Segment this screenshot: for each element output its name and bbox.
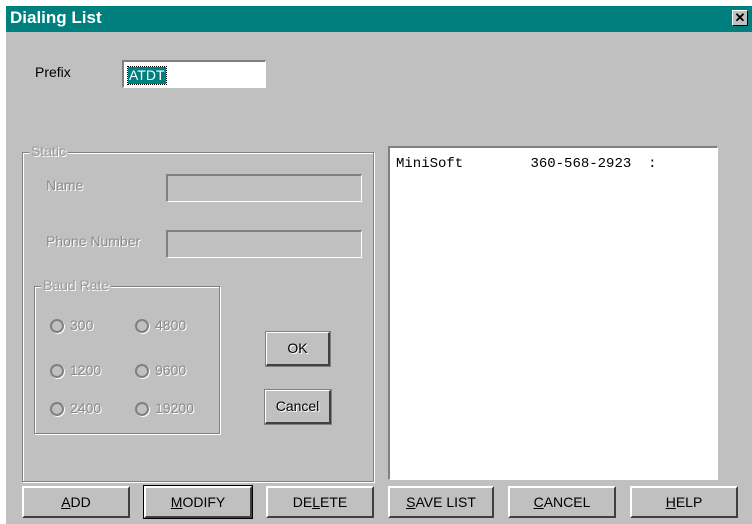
baud-4800-label: 4800 [155, 317, 187, 333]
title-bar[interactable]: Dialing List ✕ [6, 6, 752, 32]
delete-button[interactable]: DELETE [266, 486, 374, 518]
baud-2400-radio[interactable] [50, 402, 64, 416]
baud-300-label: 300 [70, 317, 94, 333]
help-label: ELP [675, 494, 703, 510]
close-button[interactable]: ✕ [732, 10, 748, 26]
static-cancel-label: Cancel [275, 398, 320, 414]
cancel-button[interactable]: CANCEL [508, 486, 616, 518]
cancel-mnemonic: C [533, 494, 544, 510]
prefix-input[interactable]: ATDT [122, 60, 266, 88]
list-item-phone: 360-568-2923 [530, 156, 632, 172]
dialing-listbox[interactable]: MiniSoft 360-568-2923 : [388, 146, 718, 480]
static-ok-label: OK [287, 340, 308, 356]
prefix-label: Prefix [35, 64, 71, 80]
baud-4800-radio[interactable] [135, 319, 149, 333]
close-icon: ✕ [734, 10, 746, 25]
name-field[interactable] [166, 174, 362, 202]
baud-19200-radio[interactable] [135, 402, 149, 416]
help-mnemonic: H [665, 494, 676, 510]
add-label: DD [70, 494, 91, 510]
static-cancel-button[interactable]: Cancel [264, 389, 332, 425]
baud-9600-radio[interactable] [135, 364, 149, 378]
save-list-button[interactable]: SAVE LIST [388, 486, 494, 518]
phone-number-field[interactable] [166, 230, 362, 258]
modify-label: ODIFY [182, 494, 226, 510]
delete-mnemonic: L [312, 494, 320, 510]
modify-button[interactable]: MODIFY [143, 485, 253, 519]
static-ok-button[interactable]: OK [265, 331, 331, 367]
delete-prefix: DE [292, 494, 313, 510]
modify-mnemonic: M [170, 494, 183, 510]
baud-300-radio[interactable] [50, 319, 64, 333]
window-title: Dialing List [10, 8, 102, 27]
cancel-label: ANCEL [543, 494, 591, 510]
phone-number-label: Phone Number [46, 233, 141, 249]
baud-1200-radio[interactable] [50, 364, 64, 378]
delete-label: ETE [320, 494, 348, 510]
add-button[interactable]: ADD [22, 486, 130, 518]
help-button[interactable]: HELP [630, 486, 738, 518]
baud-9600-label: 9600 [155, 362, 187, 378]
baud-19200-label: 19200 [155, 400, 194, 416]
baud-1200-label: 1200 [70, 362, 102, 378]
name-label: Name [46, 177, 84, 193]
list-item-name: MiniSoft [396, 156, 464, 172]
add-mnemonic: A [61, 494, 71, 510]
prefix-value: ATDT [127, 66, 167, 85]
baud-rate-legend: Baud Rate [41, 277, 112, 293]
save-label: AVE LIST [415, 494, 476, 510]
baud-2400-label: 2400 [70, 400, 102, 416]
static-group-legend: Static [29, 143, 69, 159]
dialing-list-dialog: Dialing List ✕ Prefix ATDT Static Name P… [6, 6, 752, 524]
list-item[interactable]: MiniSoft 360-568-2923 : [396, 156, 656, 172]
